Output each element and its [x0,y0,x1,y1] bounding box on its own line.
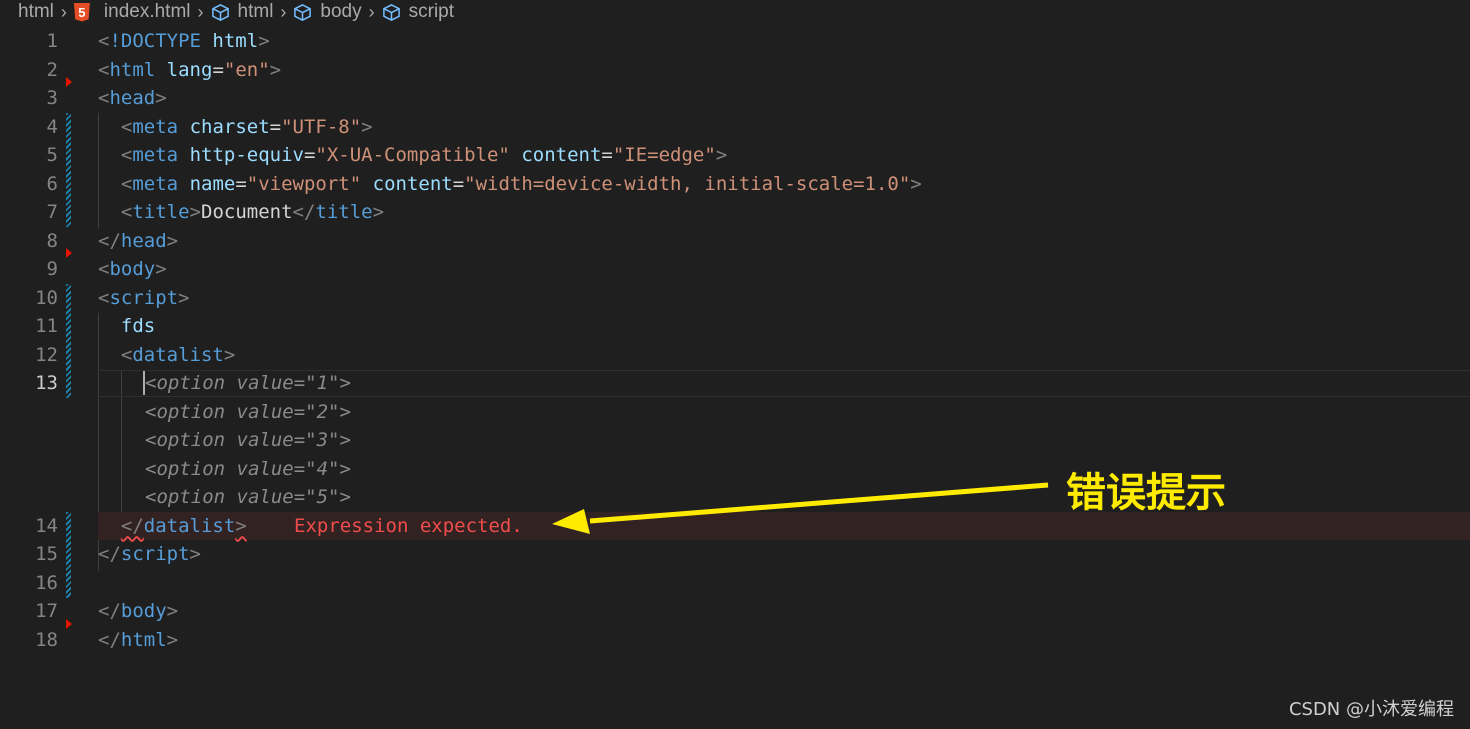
ghost-suggestion-line: <option value="5"> [0,483,1470,512]
code-line[interactable]: 15 </script> [0,540,1470,569]
code-text: <meta http-equiv="X-UA-Compatible" conte… [120,144,728,167]
line-number: 6 [46,172,58,195]
cube-icon [382,3,400,21]
code-line[interactable]: 11 fds [0,312,1470,341]
line-number: 1 [46,30,58,53]
line-number: 16 [35,571,58,594]
code-text: <datalist> [120,343,236,366]
code-line[interactable]: 5 <meta http-equiv="X-UA-Compatible" con… [0,141,1470,170]
breadcrumb-label: html [237,1,274,22]
breadcrumb-label: index.html [103,1,191,22]
line-number: 9 [46,258,58,281]
inline-suggestion: <option value="3"> [145,429,351,452]
code-line[interactable]: 7 <title>Document</title> [0,198,1470,227]
line-number: 8 [46,229,58,252]
attr-value: "IE=edge" [612,144,716,167]
code-text: </head> [98,229,179,252]
line-number: 14 [35,514,58,537]
attr-value: "en" [223,58,270,81]
code-line[interactable]: 16 [0,569,1470,598]
code-line-active[interactable]: 13 <option value="1"> [0,369,1470,398]
line-number: 15 [35,543,58,566]
code-line[interactable]: 12 <datalist> [0,341,1470,370]
line-number: 17 [35,600,58,623]
code-line[interactable]: 18 </html> [0,626,1470,655]
attr-value: "viewport" [246,172,362,195]
breadcrumb-item-file[interactable]: 5 index.html [73,1,191,23]
breadcrumb-item-body[interactable]: body [293,1,362,23]
code-line[interactable]: 8 </head> [0,227,1470,256]
code-text: </html> [98,628,179,651]
code-line[interactable]: 1 <!DOCTYPE html> [0,27,1470,56]
code-text: <!DOCTYPE html> [98,30,270,53]
line-number: 5 [46,144,58,167]
breadcrumb: html › 5 index.html › html › body › scri… [0,0,1470,24]
code-text: <body> [98,258,167,281]
code-line[interactable]: 6 <meta name="viewport" content="width=d… [0,170,1470,199]
watermark: CSDN @小沐爱编程 [1288,699,1454,720]
code-line[interactable]: 2 <html lang="en"> [0,56,1470,85]
line-number: 11 [35,315,58,338]
line-number: 3 [46,87,58,110]
code-text: </script> [98,543,201,566]
chevron-right-icon: › [197,1,204,22]
chevron-right-icon: › [368,1,375,22]
code-editor[interactable]: 1 <!DOCTYPE html> 2 <html lang="en"> 3 <… [0,27,1470,707]
chevron-right-icon: › [280,1,287,22]
html5-icon: 5 [73,2,90,22]
inline-suggestion: <option value="1"> [145,372,351,395]
ghost-suggestion-line: <option value="3"> [0,426,1470,455]
ghost-suggestion-line: <option value="2"> [0,398,1470,427]
chevron-right-icon: › [60,1,67,22]
line-number: 4 [46,115,58,138]
inline-suggestion: <option value="2"> [145,400,351,423]
annotation-label: 错误提示 [1066,470,1226,516]
code-line[interactable]: 17 </body> [0,597,1470,626]
breadcrumb-label: body [320,1,362,22]
code-line[interactable]: 3 <head> [0,84,1470,113]
title-text: Document [201,201,293,224]
line-number: 12 [35,343,58,366]
code-line-error[interactable]: 14 </datalist> Expression expected. [0,512,1470,541]
identifier: fds [120,315,156,338]
code-text: <script> [98,286,190,309]
breadcrumb-item-html[interactable]: html [211,1,274,23]
line-number: 10 [35,286,58,309]
code-text: <meta name="viewport" content="width=dev… [120,172,922,195]
code-text: <meta charset="UTF-8"> [120,115,373,138]
error-message: Expression expected. [294,514,523,537]
code-line[interactable]: 4 <meta charset="UTF-8"> [0,113,1470,142]
code-line[interactable]: 9 <body> [0,255,1470,284]
ghost-suggestion-line: <option value="4"> [0,455,1470,484]
breadcrumb-label: html [18,1,54,22]
line-number: 13 [35,372,58,395]
code-text: <html lang="en"> [98,58,282,81]
attr-value: "UTF-8" [281,115,362,138]
code-line[interactable]: 10 <script> [0,284,1470,313]
attr-value: "width=device-width, initial-scale=1.0" [464,172,911,195]
line-number: 7 [46,201,58,224]
inline-suggestion: <option value="5"> [145,486,351,509]
attr-value: "X-UA-Compatible" [315,144,510,167]
breadcrumb-label: script [408,1,455,22]
code-text: fds [98,315,155,337]
line-number: 18 [35,628,58,651]
code-text: </body> [98,600,179,623]
inline-suggestion: <option value="4"> [145,457,351,480]
line-number: 2 [46,58,58,81]
code-text: </datalist> [120,514,247,537]
cube-icon [294,3,312,21]
code-text: <title>Document</title> [120,201,385,224]
cube-icon [211,3,229,21]
code-text: <head> [98,87,167,110]
breadcrumb-item-script[interactable]: script [382,1,454,23]
breadcrumb-item-folder[interactable]: html [18,1,54,23]
